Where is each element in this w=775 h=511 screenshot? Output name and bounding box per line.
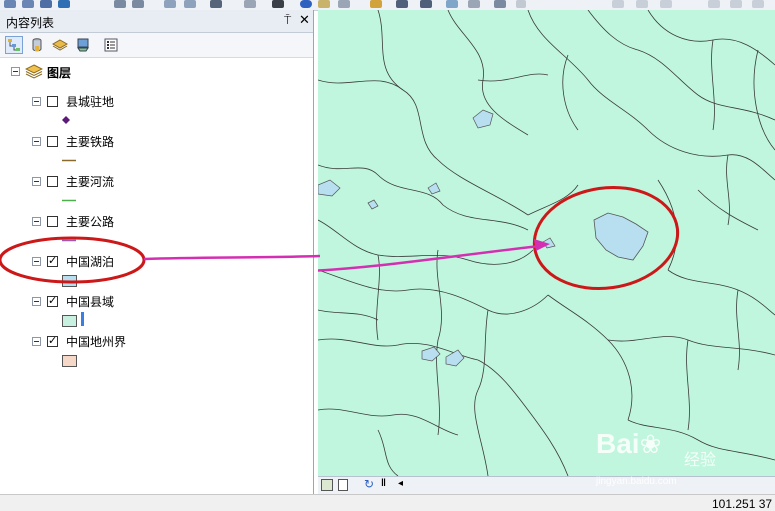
- layer-visibility-checkbox[interactable]: [47, 136, 58, 147]
- zoom-out-icon[interactable]: [22, 0, 34, 8]
- point-symbol: [62, 116, 70, 124]
- watermark-url: jingyan.baidu.com: [596, 476, 677, 487]
- map-canvas[interactable]: [318, 10, 775, 476]
- list-by-visibility-icon: [51, 39, 69, 51]
- layer-name[interactable]: 主要河流: [66, 173, 114, 190]
- collapse-toggle[interactable]: [32, 97, 41, 106]
- collapse-toggle[interactable]: [32, 217, 41, 226]
- layers-root-label[interactable]: 图层: [47, 64, 71, 81]
- list-by-drawing-order-icon: [8, 39, 20, 51]
- lake-polygon: [427, 182, 441, 195]
- layer-name[interactable]: 中国县域: [66, 293, 114, 310]
- layer-name[interactable]: 中国湖泊: [66, 253, 114, 270]
- arrow-line: [318, 244, 541, 272]
- toc-toolbar: [0, 33, 313, 58]
- collapse-toggle[interactable]: [32, 257, 41, 266]
- viewer-icon[interactable]: [494, 0, 506, 8]
- polygon-symbol: [62, 315, 77, 327]
- line-symbol: [62, 159, 76, 162]
- layer-visibility-checkbox[interactable]: [47, 216, 58, 227]
- fixed-zoom-out-icon[interactable]: [132, 0, 144, 8]
- scroll-left-icon[interactable]: ◂: [398, 478, 403, 489]
- list-by-source-button[interactable]: [28, 36, 46, 54]
- layer-visibility-checkbox[interactable]: ✓: [47, 336, 58, 347]
- measure-icon[interactable]: [370, 0, 382, 8]
- toolbar-extra-icon[interactable]: [752, 0, 764, 8]
- close-icon[interactable]: ✕: [299, 12, 310, 28]
- html-popup-icon[interactable]: [338, 0, 350, 8]
- polygon-symbol: [62, 355, 77, 367]
- forward-extent-icon[interactable]: [184, 0, 196, 8]
- time-slider-icon[interactable]: [446, 0, 458, 8]
- table-of-contents-panel: 内容列表 ⍑ ✕ 图层 县城驻地 主要铁路 主要河流 主要公路 ✓ 中国湖泊 ✓…: [0, 10, 314, 494]
- line-symbol: [62, 239, 76, 242]
- pause-icon[interactable]: ‖: [381, 478, 386, 489]
- toolbar-extra-icon[interactable]: [612, 0, 624, 8]
- options-icon: [104, 38, 118, 52]
- toolbar-extra-icon[interactable]: [730, 0, 742, 8]
- options-button[interactable]: [102, 36, 120, 54]
- toolbar-extra-icon[interactable]: [660, 0, 672, 8]
- layer-visibility-checkbox[interactable]: ✓: [47, 256, 58, 267]
- back-extent-icon[interactable]: [164, 0, 176, 8]
- zoom-in-icon[interactable]: [4, 0, 16, 8]
- fixed-zoom-in-icon[interactable]: [114, 0, 126, 8]
- map-view-toolbar: ↻ ‖ ◂: [318, 476, 775, 495]
- clear-selection-icon[interactable]: [244, 0, 256, 8]
- lake-polygon: [472, 109, 494, 129]
- list-by-drawing-order-button[interactable]: [5, 36, 23, 54]
- collapse-toggle[interactable]: [32, 337, 41, 346]
- collapse-toggle[interactable]: [11, 67, 20, 76]
- layer-name[interactable]: 中国地州界: [66, 333, 126, 350]
- map-view[interactable]: [318, 10, 775, 476]
- data-view-icon[interactable]: [321, 479, 333, 491]
- layer-visibility-checkbox[interactable]: [47, 176, 58, 187]
- list-by-selection-icon: [77, 38, 89, 52]
- identify-icon[interactable]: [300, 0, 312, 8]
- line-symbol: [62, 199, 76, 202]
- lake-polygon: [318, 179, 341, 197]
- pan-icon[interactable]: [40, 0, 52, 8]
- find-icon[interactable]: [396, 0, 408, 8]
- full-extent-icon[interactable]: [58, 0, 70, 8]
- toolbar-dropdown-icon[interactable]: [516, 0, 526, 8]
- swipe-icon[interactable]: [468, 0, 480, 8]
- refresh-icon[interactable]: ↻: [364, 477, 374, 491]
- list-by-visibility-button[interactable]: [51, 36, 69, 54]
- lake-polygon: [445, 349, 465, 367]
- status-bar: 101.251 37: [0, 494, 775, 511]
- toolbar-extra-icon[interactable]: [636, 0, 648, 8]
- collapse-toggle[interactable]: [32, 137, 41, 146]
- list-by-source-icon: [32, 38, 42, 52]
- watermark-logo: Bai❀: [596, 428, 662, 459]
- layer-name[interactable]: 县城驻地: [66, 93, 114, 110]
- go-to-xy-icon[interactable]: [420, 0, 432, 8]
- panel-header: 内容列表 ⍑ ✕: [0, 10, 313, 33]
- lake-polygon: [367, 199, 379, 210]
- hyperlink-icon[interactable]: [318, 0, 330, 8]
- coordinate-readout: 101.251 37: [712, 497, 773, 511]
- pin-icon[interactable]: ⍑: [284, 13, 291, 28]
- select-elements-icon[interactable]: [272, 0, 284, 8]
- list-by-selection-button[interactable]: [74, 36, 92, 54]
- toolbar-extra-icon[interactable]: [708, 0, 720, 8]
- polygon-symbol: [62, 275, 77, 287]
- layer-name[interactable]: 主要铁路: [66, 133, 114, 150]
- collapse-toggle[interactable]: [32, 177, 41, 186]
- panel-title: 内容列表: [6, 16, 55, 30]
- watermark-text: 经验: [684, 452, 717, 469]
- layer-visibility-checkbox[interactable]: ✓: [47, 296, 58, 307]
- layers-group-icon: [25, 64, 43, 79]
- collapse-toggle[interactable]: [32, 297, 41, 306]
- layer-visibility-checkbox[interactable]: [47, 96, 58, 107]
- cursor-bar: [81, 312, 84, 326]
- lake-polygon: [593, 212, 649, 261]
- layout-view-icon[interactable]: [338, 479, 348, 491]
- layer-name[interactable]: 主要公路: [66, 213, 114, 230]
- select-features-icon[interactable]: [210, 0, 222, 8]
